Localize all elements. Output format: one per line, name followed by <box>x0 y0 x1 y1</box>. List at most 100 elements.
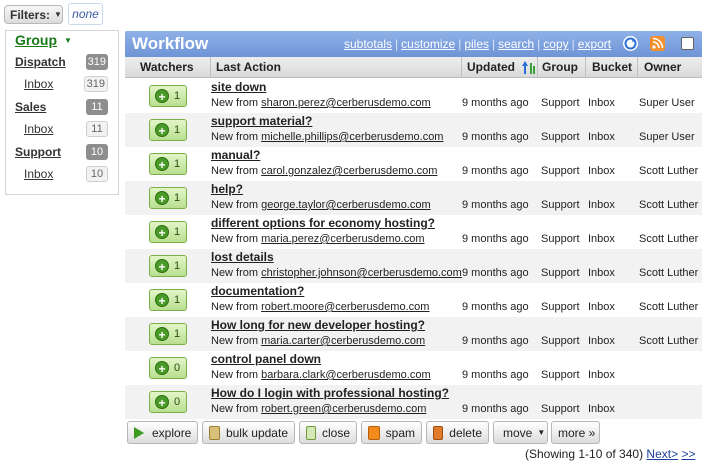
filters-none-link[interactable]: none <box>68 3 103 25</box>
watcher-count: 1 <box>174 226 181 238</box>
ticket-subject-link[interactable]: How long for new developer hosting? <box>211 318 425 332</box>
table-row[interactable]: +0 How do I login with professional host… <box>125 385 702 419</box>
watchers-button[interactable]: +1 <box>149 153 187 175</box>
sidebar-item-dispatch[interactable]: Dispatch 319 <box>6 53 118 73</box>
sender-email-link[interactable]: maria.perez@cerberusdemo.com <box>261 233 424 245</box>
column-updated[interactable]: Updated <box>467 57 515 78</box>
ticket-subject-link[interactable]: control panel down <box>211 352 321 366</box>
watchers-button[interactable]: +1 <box>149 289 187 311</box>
sidebar-item-support[interactable]: Support 10 <box>6 143 118 163</box>
export-link[interactable]: export <box>578 37 611 51</box>
table-row[interactable]: +1 different options for economy hosting… <box>125 215 702 249</box>
pagination: (Showing 1-10 of 340) Next> >> <box>525 447 695 461</box>
customize-link[interactable]: customize <box>401 37 455 51</box>
watchers-button[interactable]: +1 <box>149 119 187 141</box>
sidebar-item-label[interactable]: Support <box>15 145 61 159</box>
table-row[interactable]: +1 How long for new developer hosting? N… <box>125 317 702 351</box>
next-page-link[interactable]: Next> <box>646 447 678 461</box>
ticket-subject-link[interactable]: help? <box>211 182 243 196</box>
ticket-subject-link[interactable]: How do I login with professional hosting… <box>211 386 449 400</box>
sender-email-link[interactable]: robert.green@cerberusdemo.com <box>261 403 426 415</box>
table-row[interactable]: +0 control panel down New from barbara.c… <box>125 351 702 385</box>
sidebar-item-label[interactable]: Inbox <box>24 77 53 91</box>
rss-icon[interactable] <box>650 36 665 51</box>
new-from-label: New from <box>211 369 259 381</box>
column-bucket[interactable]: Bucket <box>592 57 632 78</box>
spam-button[interactable]: spam <box>361 421 422 444</box>
table-row[interactable]: +1 site down New from sharon.perez@cerbe… <box>125 79 702 113</box>
last-page-link[interactable]: >> <box>681 447 695 461</box>
sidebar-item-sales-inbox[interactable]: Inbox 11 <box>6 120 118 140</box>
move-button[interactable]: move ▼ <box>493 421 548 444</box>
more-button[interactable]: more » <box>551 421 600 444</box>
folder-check-icon <box>306 425 316 440</box>
ticket-subject-link[interactable]: lost details <box>211 250 274 264</box>
sidebar-item-support-inbox[interactable]: Inbox 10 <box>6 165 118 185</box>
watchers-button[interactable]: +1 <box>149 187 187 209</box>
sidebar-item-label[interactable]: Sales <box>15 100 46 114</box>
watchers-button[interactable]: +1 <box>149 85 187 107</box>
select-all-checkbox[interactable] <box>681 37 694 50</box>
copy-link[interactable]: copy <box>543 37 568 51</box>
chevron-down-icon[interactable]: ▼ <box>64 36 72 45</box>
table-row[interactable]: +1 manual? New from carol.gonzalez@cerbe… <box>125 147 702 181</box>
search-link[interactable]: search <box>498 37 534 51</box>
sender-email-link[interactable]: christopher.johnson@cerberusdemo.com <box>261 267 462 279</box>
watcher-count: 1 <box>174 124 181 136</box>
table-row[interactable]: +1 support material? New from michelle.p… <box>125 113 702 147</box>
ticket-subject-link[interactable]: support material? <box>211 114 312 128</box>
sort-ascending-icon[interactable] <box>522 60 536 78</box>
piles-link[interactable]: piles <box>464 37 489 51</box>
ticket-subject-link[interactable]: site down <box>211 80 266 94</box>
filters-button[interactable]: Filters: ▼ <box>4 5 63 24</box>
table-row[interactable]: +1 documentation? New from robert.moore@… <box>125 283 702 317</box>
owner-cell: Scott Luther <box>639 165 699 177</box>
sender-email-link[interactable]: george.taylor@cerberusdemo.com <box>261 199 431 211</box>
spam-label: spam <box>385 425 415 440</box>
column-group[interactable]: Group <box>542 57 578 78</box>
watchers-button[interactable]: +1 <box>149 255 187 277</box>
close-label: close <box>321 425 350 440</box>
owner-cell: Scott Luther <box>639 301 699 313</box>
sender-email-link[interactable]: carol.gonzalez@cerberusdemo.com <box>261 165 437 177</box>
watchers-button[interactable]: +0 <box>149 391 187 413</box>
column-watchers[interactable]: Watchers <box>140 57 194 78</box>
plus-icon: + <box>155 191 169 206</box>
column-last-action[interactable]: Last Action <box>216 57 281 78</box>
ticket-subject-link[interactable]: documentation? <box>211 284 304 298</box>
group-cell: Support <box>541 165 580 177</box>
sender-email-link[interactable]: michelle.phillips@cerberusdemo.com <box>261 131 443 143</box>
new-from-label: New from <box>211 233 259 245</box>
watchers-button[interactable]: +1 <box>149 323 187 345</box>
refresh-icon[interactable] <box>623 36 638 51</box>
table-row[interactable]: +1 lost details New from christopher.joh… <box>125 249 702 283</box>
sender-email-link[interactable]: robert.moore@cerberusdemo.com <box>261 301 429 313</box>
bulk-update-button[interactable]: bulk update <box>202 421 295 444</box>
watchers-button[interactable]: +0 <box>149 357 187 379</box>
sender-email-link[interactable]: barbara.clark@cerberusdemo.com <box>261 369 431 381</box>
column-owner[interactable]: Owner <box>644 57 681 78</box>
watcher-count: 1 <box>174 158 181 170</box>
subtotals-link[interactable]: subtotals <box>344 37 392 51</box>
updated-cell: 9 months ago <box>462 97 529 109</box>
delete-button[interactable]: delete <box>426 421 489 444</box>
plus-icon: + <box>155 157 169 172</box>
last-action: New from carol.gonzalez@cerberusdemo.com <box>211 165 437 177</box>
sidebar-item-label[interactable]: Inbox <box>24 122 53 136</box>
explore-button[interactable]: explore <box>127 421 198 444</box>
delete-label: delete <box>449 425 482 440</box>
count-badge: 319 <box>85 54 108 70</box>
ticket-subject-link[interactable]: manual? <box>211 148 260 162</box>
sidebar-item-dispatch-inbox[interactable]: Inbox 319 <box>6 75 118 95</box>
sidebar-item-sales[interactable]: Sales 11 <box>6 98 118 118</box>
updated-cell: 9 months ago <box>462 199 529 211</box>
ticket-subject-link[interactable]: different options for economy hosting? <box>211 216 435 230</box>
sender-email-link[interactable]: maria.carter@cerberusdemo.com <box>261 335 425 347</box>
watchers-button[interactable]: +1 <box>149 221 187 243</box>
sender-email-link[interactable]: sharon.perez@cerberusdemo.com <box>261 97 431 109</box>
close-button[interactable]: close <box>299 421 357 444</box>
sidebar-item-label[interactable]: Inbox <box>24 167 53 181</box>
sidebar-item-label[interactable]: Dispatch <box>15 55 66 69</box>
table-row[interactable]: +1 help? New from george.taylor@cerberus… <box>125 181 702 215</box>
sidebar-title[interactable]: Group <box>15 32 57 48</box>
